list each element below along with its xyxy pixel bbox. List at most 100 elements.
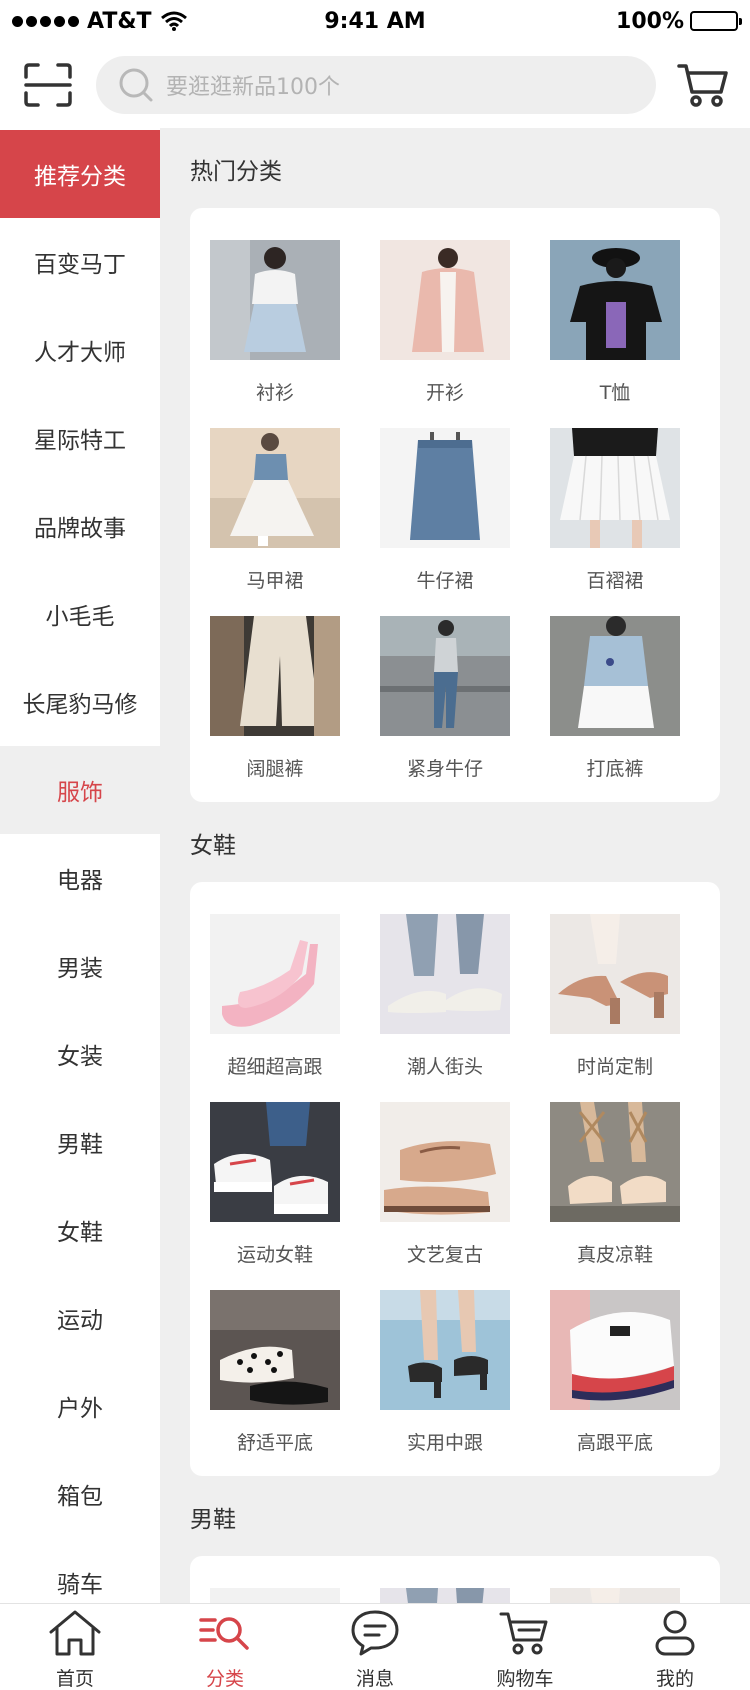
- carrier-label: AT&T: [87, 8, 152, 34]
- battery-icon: [690, 11, 742, 31]
- tab-user[interactable]: 我的: [600, 1604, 750, 1690]
- category-item[interactable]: 牛仔裙: [360, 404, 530, 592]
- category-item-label: 文艺复古: [406, 1244, 483, 1266]
- tab-cart[interactable]: 购物车: [450, 1604, 600, 1690]
- category-item[interactable]: [530, 1564, 700, 1603]
- category-item-label: 马甲裙: [246, 570, 304, 592]
- search-input[interactable]: 要逛逛新品100个: [96, 56, 656, 114]
- category-item[interactable]: 紧身牛仔: [360, 592, 530, 780]
- category-item-label: 紧身牛仔: [406, 758, 483, 780]
- tab-label: 购物车: [496, 1667, 554, 1690]
- category-item[interactable]: T恤: [530, 216, 700, 404]
- category-item[interactable]: 运动女鞋: [190, 1078, 360, 1266]
- category-item-label: 舒适平底: [236, 1432, 313, 1454]
- product-thumbnail: [210, 914, 340, 1034]
- category-item[interactable]: 潮人街头: [360, 890, 530, 1078]
- user-icon: [647, 1608, 703, 1662]
- category-item-label: 潮人街头: [406, 1056, 483, 1078]
- category-item[interactable]: 真皮凉鞋: [530, 1078, 700, 1266]
- tab-label: 首页: [55, 1667, 94, 1690]
- product-thumbnail: [550, 1102, 680, 1222]
- category-item[interactable]: 阔腿裤: [190, 592, 360, 780]
- product-thumbnail: [550, 616, 680, 736]
- category-item[interactable]: 文艺复古: [360, 1078, 530, 1266]
- category-item[interactable]: 百褶裙: [530, 404, 700, 592]
- category-item-label: 衬衫: [255, 382, 294, 404]
- category-item-label: 实用中跟: [406, 1432, 483, 1454]
- category-search-icon: [197, 1608, 253, 1662]
- product-thumbnail: [380, 1102, 510, 1222]
- product-thumbnail: [380, 914, 510, 1034]
- sidebar-item[interactable]: 推荐分类: [0, 130, 160, 218]
- sidebar-item[interactable]: 星际特工: [0, 394, 160, 482]
- category-item[interactable]: 超细超高跟: [190, 890, 360, 1078]
- category-item[interactable]: 时尚定制: [530, 890, 700, 1078]
- product-thumbnail: [380, 1290, 510, 1410]
- scan-button[interactable]: [0, 42, 96, 128]
- sidebar-item[interactable]: 男装: [0, 922, 160, 1010]
- product-thumbnail: [210, 616, 340, 736]
- category-item-label: 运动女鞋: [236, 1244, 313, 1266]
- product-thumbnail: [380, 428, 510, 548]
- category-item-label: 阔腿裤: [246, 758, 304, 780]
- category-item[interactable]: 打底裤: [530, 592, 700, 780]
- category-item[interactable]: 开衫: [360, 216, 530, 404]
- category-grid: 衬衫 开衫 T恤 马甲裙 牛仔裙 百褶裙 阔腿裤 紧身牛仔 打底裤: [190, 216, 720, 780]
- product-thumbnail: [210, 428, 340, 548]
- product-thumbnail: [210, 240, 340, 360]
- tab-home[interactable]: 首页: [0, 1604, 150, 1690]
- sidebar-item[interactable]: 品牌故事: [0, 482, 160, 570]
- cart-icon: [497, 1608, 553, 1662]
- section-title: 女鞋: [190, 833, 236, 859]
- signal-icon: [12, 15, 79, 27]
- sidebar-item[interactable]: 女鞋: [0, 1186, 160, 1274]
- cart-icon: [677, 64, 728, 107]
- category-grid: [190, 1564, 720, 1603]
- battery-percent: 100%: [616, 8, 684, 34]
- sidebar-item[interactable]: 电器: [0, 834, 160, 922]
- tab-category-search[interactable]: 分类: [150, 1604, 300, 1690]
- product-thumbnail: [550, 428, 680, 548]
- sidebar-item[interactable]: 人才大师: [0, 306, 160, 394]
- category-item-label: 打底裤: [586, 758, 644, 780]
- sidebar-item[interactable]: 女装: [0, 1010, 160, 1098]
- sidebar-item[interactable]: 运动: [0, 1274, 160, 1362]
- category-item[interactable]: 舒适平底: [190, 1266, 360, 1454]
- sidebar-item[interactable]: 男鞋: [0, 1098, 160, 1186]
- tab-label: 分类: [205, 1667, 244, 1690]
- product-thumbnail: [550, 1290, 680, 1410]
- product-thumbnail: [550, 1588, 680, 1603]
- category-item-label: 时尚定制: [576, 1056, 653, 1078]
- search-placeholder: 要逛逛新品100个: [166, 75, 340, 100]
- category-item[interactable]: 高跟平底: [530, 1266, 700, 1454]
- product-thumbnail: [210, 1588, 340, 1603]
- category-grid: 超细超高跟 潮人街头 时尚定制 运动女鞋 文艺复古 真皮凉鞋 舒适平底 实用中跟…: [190, 890, 720, 1454]
- sidebar-item[interactable]: 骑车: [0, 1538, 160, 1603]
- section-title: 热门分类: [190, 159, 282, 185]
- category-item[interactable]: 衬衫: [190, 216, 360, 404]
- search-icon: [119, 68, 153, 102]
- product-thumbnail: [550, 240, 680, 360]
- category-item[interactable]: [190, 1564, 360, 1603]
- category-item[interactable]: 马甲裙: [190, 404, 360, 592]
- header-cart-button[interactable]: [656, 42, 750, 128]
- tab-message[interactable]: 消息: [300, 1604, 450, 1690]
- category-card: 超细超高跟 潮人街头 时尚定制 运动女鞋 文艺复古 真皮凉鞋 舒适平底 实用中跟…: [190, 882, 720, 1476]
- category-item-label: 真皮凉鞋: [576, 1244, 653, 1266]
- bottom-tab-bar: 首页 分类 消息 购物车 我的: [0, 1603, 750, 1690]
- status-left: AT&T: [12, 9, 188, 34]
- product-thumbnail: [550, 914, 680, 1034]
- sidebar-item[interactable]: 长尾豹马修: [0, 658, 160, 746]
- category-item-label: T恤: [599, 382, 631, 404]
- wifi-icon: [160, 11, 187, 31]
- sidebar-item[interactable]: 服饰: [0, 746, 160, 834]
- sidebar-item[interactable]: 小毛毛: [0, 570, 160, 658]
- category-item[interactable]: [360, 1564, 530, 1603]
- sidebar-item[interactable]: 百变马丁: [0, 218, 160, 306]
- product-thumbnail: [210, 1102, 340, 1222]
- tab-label: 我的: [655, 1667, 694, 1690]
- sidebar-item[interactable]: 箱包: [0, 1450, 160, 1538]
- category-item-label: 高跟平底: [576, 1432, 653, 1454]
- category-item[interactable]: 实用中跟: [360, 1266, 530, 1454]
- sidebar-item[interactable]: 户外: [0, 1362, 160, 1450]
